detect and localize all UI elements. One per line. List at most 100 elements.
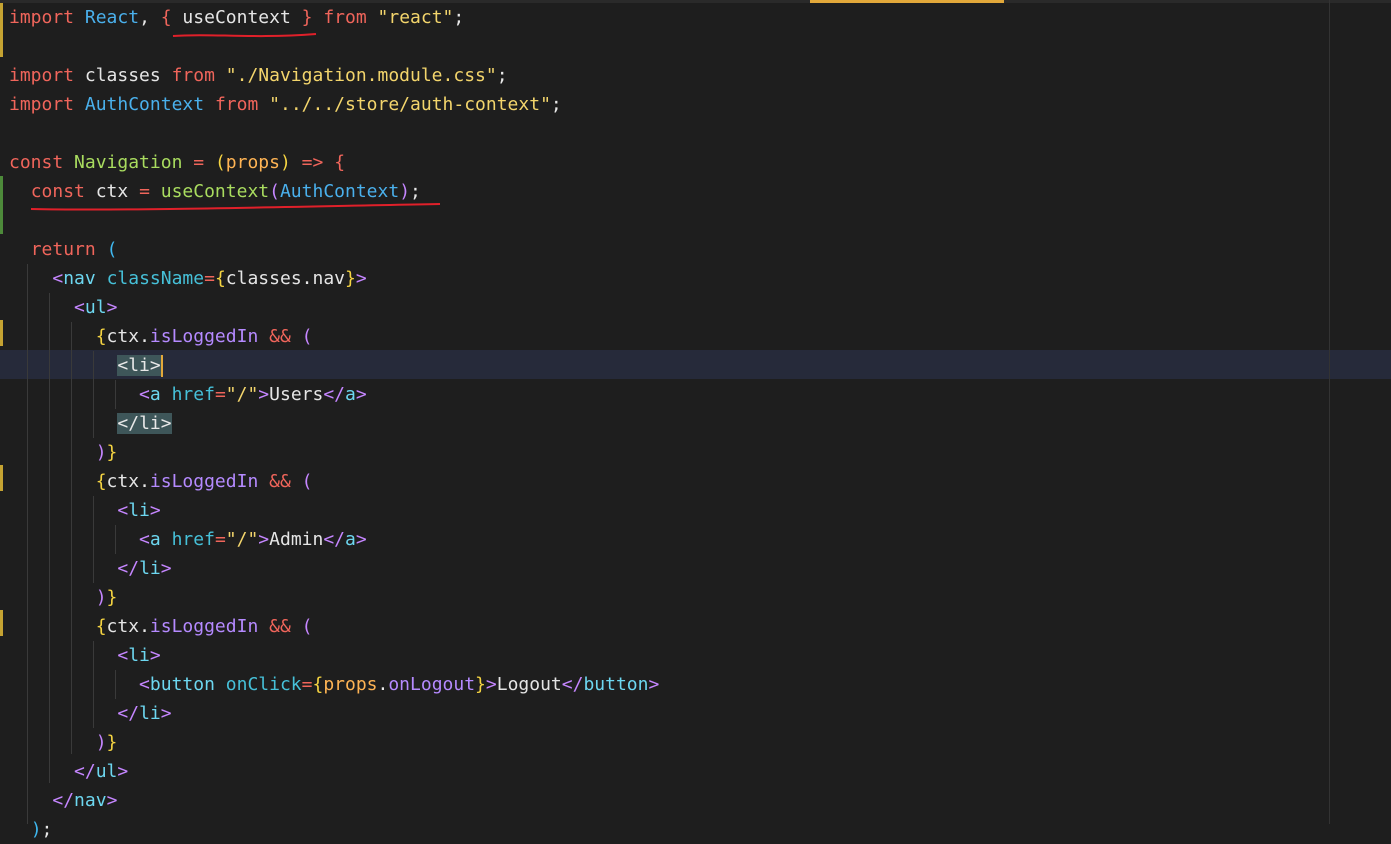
code-token: ( (301, 616, 313, 637)
code-token: { (160, 7, 172, 28)
annotation-underline-usecontext-import (172, 33, 317, 38)
code-line[interactable]: {ctx.isLoggedIn && ( (9, 467, 313, 496)
code-token: nav (312, 268, 346, 289)
code-line[interactable]: <li> (9, 351, 163, 380)
code-token: < (52, 268, 64, 289)
code-token: useContext (171, 7, 302, 28)
code-line[interactable]: import classes from "./Navigation.module… (9, 61, 508, 90)
code-line[interactable]: <nav className={classes.nav}> (9, 264, 367, 293)
code-line[interactable]: </ul> (9, 757, 128, 786)
code-line[interactable]: </li> (9, 554, 171, 583)
code-token: a (149, 384, 161, 405)
code-token: > (355, 268, 367, 289)
code-line[interactable]: <a href="/">Admin</a> (9, 525, 367, 554)
code-token: li (139, 413, 161, 434)
code-token: Navigation (74, 152, 183, 173)
code-token: { (214, 268, 226, 289)
code-token: </ (52, 790, 75, 811)
code-token: => (301, 152, 324, 173)
code-token: ) (30, 819, 42, 840)
code-token: button (149, 674, 215, 695)
code-token: { (95, 471, 107, 492)
code-token: Admin (269, 529, 324, 550)
code-token: . (377, 674, 389, 695)
code-token: < (139, 674, 150, 695)
code-token: > (355, 529, 367, 550)
code-token: return (30, 239, 96, 260)
code-token: < (74, 297, 85, 318)
code-token: props (225, 152, 280, 173)
code-token: className (106, 268, 205, 289)
code-token: > (149, 500, 161, 521)
code-line[interactable]: ); (9, 815, 53, 844)
code-token: } (345, 268, 356, 289)
code-token: onLogout (388, 674, 476, 695)
code-line[interactable]: return ( (9, 235, 118, 264)
code-token: < (139, 384, 150, 405)
code-token: li (139, 703, 161, 724)
code-token: nav (63, 268, 96, 289)
code-line[interactable]: <button onClick={props.onLogout}>Logout<… (9, 670, 659, 699)
code-line[interactable]: )} (9, 438, 118, 467)
code-token: = (193, 152, 205, 173)
code-token: import (9, 7, 75, 28)
code-token: ; (453, 7, 465, 28)
code-token: </ (74, 761, 96, 782)
code-token: </ (117, 413, 140, 434)
code-token: ul (84, 297, 107, 318)
code-line[interactable]: )} (9, 583, 118, 612)
code-token: > (648, 674, 660, 695)
code-line[interactable]: <li> (9, 496, 161, 525)
code-token: ) (279, 152, 291, 173)
code-line[interactable]: <ul> (9, 293, 117, 322)
code-line[interactable]: {ctx.isLoggedIn && ( (9, 612, 313, 641)
code-editor[interactable]: import React, { useContext } from "react… (0, 0, 1391, 840)
code-line[interactable]: </nav> (9, 786, 117, 815)
code-line[interactable]: const Navigation = (props) => { (9, 148, 345, 177)
code-token: } (106, 732, 118, 753)
code-line[interactable]: )} (9, 728, 118, 757)
code-line[interactable]: import AuthContext from "../../store/aut… (9, 90, 562, 119)
code-token: li (128, 355, 150, 376)
code-token: classes (74, 65, 172, 86)
code-token: ( (106, 239, 118, 260)
code-token: } (106, 587, 118, 608)
text-cursor (160, 355, 163, 377)
code-line[interactable]: </li> (9, 699, 172, 728)
code-token: > (149, 645, 161, 666)
code-token: > (485, 674, 497, 695)
code-token: isLoggedIn (149, 616, 259, 637)
git-added-marker (0, 176, 3, 234)
code-line[interactable]: <li> (9, 641, 161, 670)
code-token: { (334, 152, 346, 173)
code-line[interactable]: </li> (9, 409, 172, 438)
code-line[interactable]: <a href="/">Users</a> (9, 380, 367, 409)
code-token: button (583, 674, 649, 695)
code-token: Users (269, 384, 324, 405)
code-token: = (204, 268, 215, 289)
code-token: onClick (225, 674, 302, 695)
code-token: from (323, 7, 367, 28)
vertical-ruler (1329, 0, 1330, 824)
code-token: > (160, 703, 172, 724)
code-line[interactable]: {ctx.isLoggedIn && ( (9, 322, 313, 351)
git-modified-marker (0, 465, 3, 491)
code-token: ctx (106, 616, 140, 637)
code-token: = (214, 384, 226, 405)
code-token: const (9, 152, 64, 173)
active-tab-indicator[interactable] (810, 0, 1004, 3)
